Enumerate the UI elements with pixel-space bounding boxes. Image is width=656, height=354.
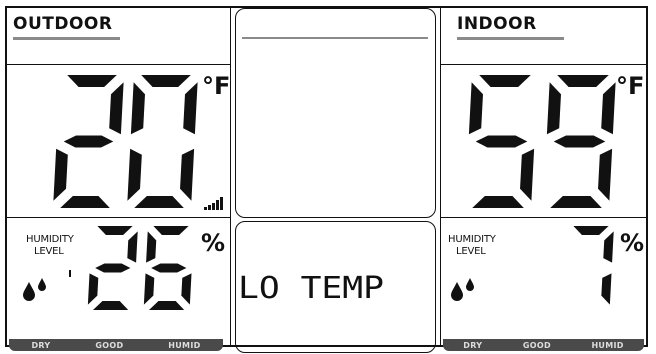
- segment-g: [95, 263, 131, 273]
- indoor-humidity-label: HUMIDITY LEVEL: [448, 234, 496, 258]
- outdoor-title: OUTDOOR: [13, 14, 113, 34]
- indoor-humidity-unit: %: [620, 229, 645, 257]
- weather-station-display: OUTDOOR INDOOR °F °F HUMIDITY LEVEL % HU…: [0, 0, 656, 354]
- segment-d: [472, 196, 524, 208]
- signal-strength-icon: [204, 197, 223, 210]
- segment-b: [109, 82, 124, 135]
- lo-temp-alert: LO TEMP: [238, 271, 384, 306]
- segment-c: [598, 148, 613, 201]
- segment-b: [127, 231, 138, 263]
- digit-0: [127, 75, 198, 208]
- segment-b: [183, 82, 198, 135]
- segment-c: [601, 273, 612, 305]
- indoor-comfort-good: GOOD: [522, 340, 551, 350]
- center-top-underline: [242, 37, 428, 39]
- segment-d: [92, 301, 129, 310]
- center-top-panel: [235, 8, 436, 218]
- segment-g: [151, 263, 187, 273]
- outdoor-humidity-label-line1: HUMIDITY: [26, 234, 74, 245]
- segment-f: [130, 82, 145, 135]
- indoor-humidity-label-line2: LEVEL: [456, 246, 486, 257]
- indoor-header-line: [441, 64, 646, 65]
- segment-d: [60, 196, 110, 208]
- outdoor-humidity-label-line2: LEVEL: [34, 246, 64, 257]
- segment-e: [87, 273, 99, 305]
- segment-a: [573, 226, 609, 235]
- outdoor-humidity-value: [87, 226, 192, 310]
- segment-a: [557, 75, 609, 87]
- segment-g: [475, 135, 528, 148]
- outdoor-humidity-unit: %: [201, 229, 226, 257]
- outdoor-temp-unit: °F: [202, 72, 231, 100]
- segment-c: [181, 273, 192, 305]
- outdoor-divider: [230, 8, 231, 345]
- segment-a: [67, 75, 117, 87]
- indoor-title: INDOOR: [457, 14, 537, 34]
- segment-d: [550, 196, 602, 208]
- indoor-humidity-label-line1: HUMIDITY: [448, 234, 496, 245]
- indoor-humidity-value: [573, 226, 614, 305]
- outdoor-comfort-scale: DRY GOOD HUMID: [9, 339, 223, 351]
- segment-e: [143, 273, 155, 305]
- segment-a: [141, 75, 191, 87]
- digit-7: [573, 226, 614, 305]
- outdoor-title-underline: [13, 37, 120, 40]
- segment-g: [63, 135, 114, 148]
- outdoor-humidity-label: HUMIDITY LEVEL: [26, 234, 74, 258]
- digit-5: [468, 75, 535, 208]
- segment-a: [479, 75, 531, 87]
- indoor-comfort-humid: HUMID: [591, 340, 624, 350]
- segment-b: [603, 231, 614, 263]
- digit-6: [143, 226, 192, 310]
- indoor-temp-unit: °F: [616, 72, 645, 100]
- indoor-comfort-dry: DRY: [463, 340, 483, 350]
- digit-2: [53, 75, 124, 208]
- segment-f: [468, 82, 483, 135]
- outdoor-mid-line: [7, 217, 231, 218]
- indoor-temperature-value: [468, 75, 616, 208]
- segment-f: [546, 82, 561, 135]
- segment-a: [153, 226, 189, 235]
- digit-9: [546, 75, 616, 208]
- segment-b: [601, 82, 616, 135]
- water-drops-icon: [23, 278, 46, 301]
- digit-2: [87, 226, 138, 310]
- segment-a: [97, 226, 133, 235]
- indoor-mid-line: [441, 217, 646, 218]
- water-drops-icon: [451, 278, 474, 301]
- outdoor-temperature-value: [53, 75, 198, 208]
- segment-e: [127, 148, 142, 201]
- segment-g: [553, 135, 606, 148]
- outdoor-humidity-tick: [69, 270, 71, 277]
- segment-c: [180, 148, 195, 201]
- segment-c: [520, 148, 535, 201]
- segment-d: [148, 301, 185, 310]
- segment-d: [134, 196, 184, 208]
- indoor-title-underline: [457, 37, 564, 40]
- outdoor-comfort-dry: DRY: [31, 340, 51, 350]
- segment-f: [146, 231, 157, 263]
- outdoor-comfort-good: GOOD: [95, 340, 124, 350]
- lo-temp-text: LO TEMP: [238, 271, 384, 306]
- outdoor-header-line: [7, 64, 231, 65]
- outdoor-comfort-humid: HUMID: [168, 340, 201, 350]
- indoor-divider: [440, 8, 441, 345]
- indoor-comfort-scale: DRY GOOD HUMID: [443, 339, 644, 351]
